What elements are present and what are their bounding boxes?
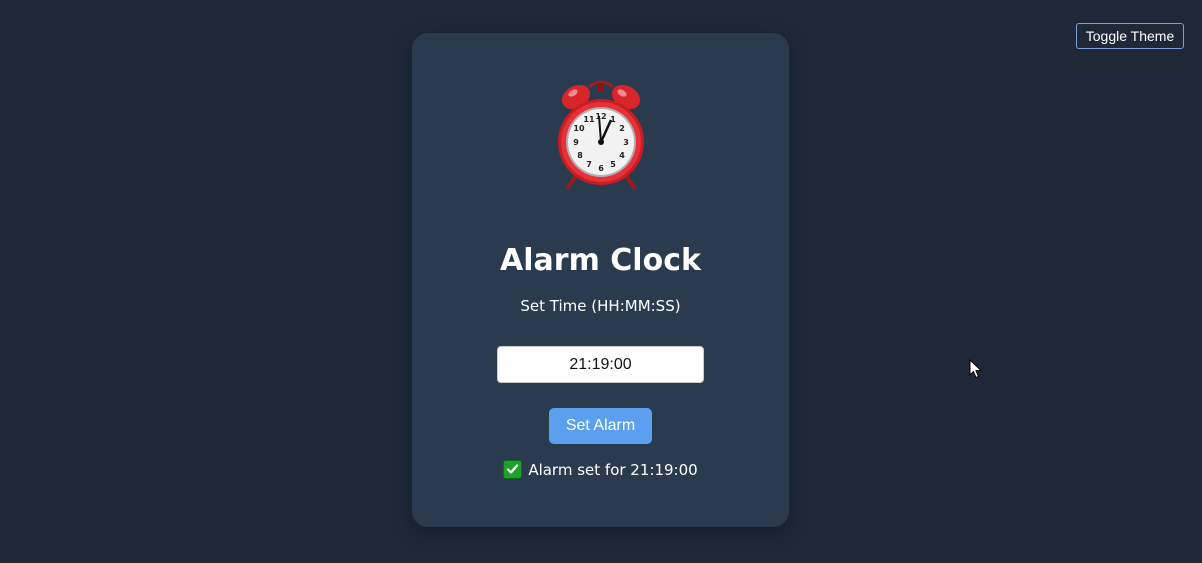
- page: Toggle Theme 12 1 2 3 4 5 6 7 8 9 10 11 …: [0, 0, 1202, 563]
- svg-text:2: 2: [619, 124, 625, 133]
- svg-text:9: 9: [573, 138, 579, 147]
- alarm-clock-icon: 12 1 2 3 4 5 6 7 8 9 10 11: [556, 75, 646, 190]
- alarm-status: Alarm set for 21:19:00: [412, 460, 789, 479]
- svg-text:11: 11: [583, 115, 595, 124]
- svg-text:12: 12: [595, 112, 606, 121]
- check-mark-icon: [503, 460, 523, 479]
- svg-text:10: 10: [573, 124, 585, 133]
- time-format-label: Set Time (HH:MM:SS): [520, 297, 681, 315]
- svg-text:4: 4: [619, 151, 625, 160]
- alarm-card: 12 1 2 3 4 5 6 7 8 9 10 11 Alarm Clock S…: [412, 33, 789, 527]
- svg-text:8: 8: [577, 151, 583, 160]
- svg-text:3: 3: [623, 138, 629, 147]
- alarm-status-text: Alarm set for 21:19:00: [528, 460, 698, 479]
- set-alarm-button[interactable]: Set Alarm: [549, 408, 652, 444]
- svg-text:7: 7: [586, 160, 592, 169]
- mouse-cursor-icon: [969, 358, 983, 379]
- time-input[interactable]: [497, 346, 704, 383]
- svg-text:6: 6: [598, 164, 604, 173]
- toggle-theme-button[interactable]: Toggle Theme: [1076, 23, 1184, 49]
- page-title: Alarm Clock: [500, 243, 701, 278]
- svg-text:5: 5: [610, 160, 616, 169]
